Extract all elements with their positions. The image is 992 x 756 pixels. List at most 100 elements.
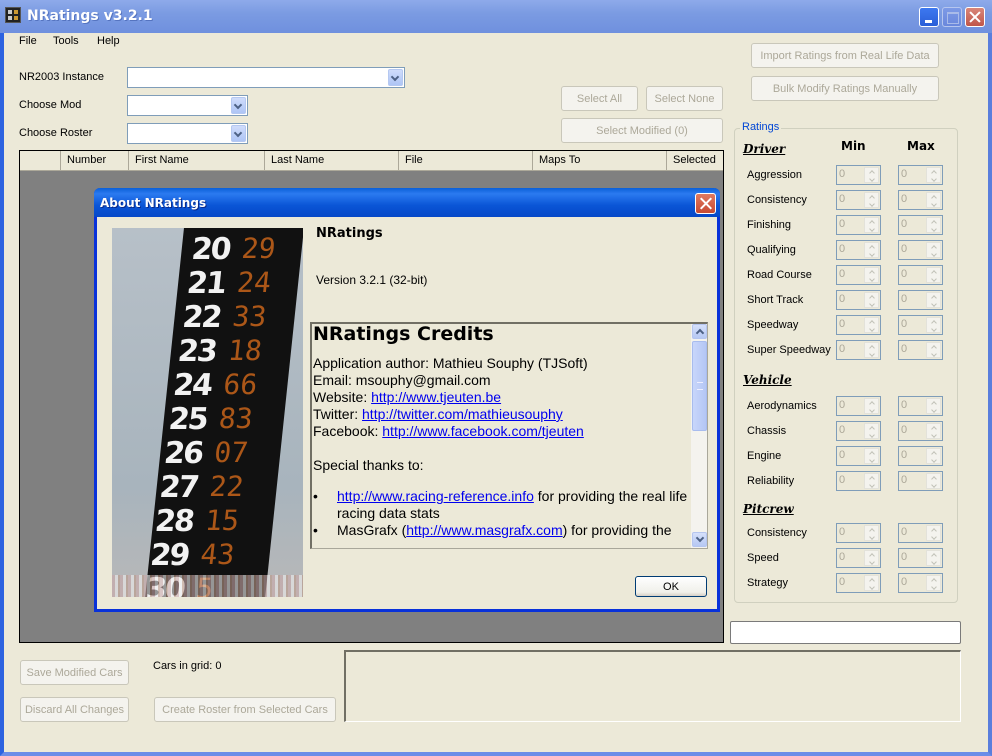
select-all-button[interactable]: Select All xyxy=(561,86,638,111)
menu-file[interactable]: File xyxy=(19,35,37,47)
rating-max-spinner[interactable]: 0 xyxy=(898,190,943,210)
column-maps-to[interactable]: Maps To xyxy=(532,151,666,170)
spinner-arrows-icon[interactable] xyxy=(926,398,941,414)
rating-min-spinner[interactable]: 0 xyxy=(836,446,881,466)
spinner-arrows-icon[interactable] xyxy=(926,167,941,183)
spinner-arrows-icon[interactable] xyxy=(864,448,879,464)
facebook-link[interactable]: http://www.facebook.com/tjeuten xyxy=(382,423,584,439)
bulk-modify-button[interactable]: Bulk Modify Ratings Manually xyxy=(751,76,939,101)
select-modified-button[interactable]: Select Modified (0) xyxy=(561,118,723,143)
spinner-arrows-icon[interactable] xyxy=(864,398,879,414)
spinner-arrows-icon[interactable] xyxy=(926,292,941,308)
ok-button[interactable]: OK xyxy=(635,576,707,597)
scroll-thumb[interactable] xyxy=(692,341,707,431)
maximize-button[interactable] xyxy=(942,7,962,27)
spinner-arrows-icon[interactable] xyxy=(864,317,879,333)
dialog-close-button[interactable] xyxy=(695,193,716,214)
mod-select[interactable] xyxy=(127,95,248,116)
credits-panel[interactable]: NRatings Credits Application author: Mat… xyxy=(310,322,708,549)
spinner-arrows-icon[interactable] xyxy=(864,267,879,283)
rating-min-spinner[interactable]: 0 xyxy=(836,240,881,260)
spinner-arrows-icon[interactable] xyxy=(864,575,879,591)
chevron-down-icon[interactable] xyxy=(388,69,403,86)
column-last-name[interactable]: Last Name xyxy=(264,151,398,170)
spinner-arrows-icon[interactable] xyxy=(864,167,879,183)
rating-min-spinner[interactable]: 0 xyxy=(836,340,881,360)
spinner-arrows-icon[interactable] xyxy=(926,267,941,283)
chevron-down-icon[interactable] xyxy=(231,125,246,142)
spinner-arrows-icon[interactable] xyxy=(926,217,941,233)
column-number[interactable]: Number xyxy=(60,151,128,170)
rating-max-spinner[interactable]: 0 xyxy=(898,165,943,185)
dialog-title-bar[interactable]: About NRatings xyxy=(94,188,720,217)
roster-select[interactable] xyxy=(127,123,248,144)
rating-min-spinner[interactable]: 0 xyxy=(836,523,881,543)
spinner-arrows-icon[interactable] xyxy=(864,192,879,208)
rating-min-spinner[interactable]: 0 xyxy=(836,215,881,235)
spinner-arrows-icon[interactable] xyxy=(926,317,941,333)
spinner-arrows-icon[interactable] xyxy=(864,342,879,358)
spinner-arrows-icon[interactable] xyxy=(926,342,941,358)
rating-min-spinner[interactable]: 0 xyxy=(836,315,881,335)
status-textbox[interactable] xyxy=(730,621,961,644)
chevron-down-icon[interactable] xyxy=(231,97,246,114)
rating-max-spinner[interactable]: 0 xyxy=(898,290,943,310)
rating-max-spinner[interactable]: 0 xyxy=(898,396,943,416)
spinner-arrows-icon[interactable] xyxy=(926,242,941,258)
menu-help[interactable]: Help xyxy=(97,35,120,47)
spinner-arrows-icon[interactable] xyxy=(926,525,941,541)
rating-max-spinner[interactable]: 0 xyxy=(898,471,943,491)
rating-min-spinner[interactable]: 0 xyxy=(836,573,881,593)
rating-max-spinner[interactable]: 0 xyxy=(898,215,943,235)
title-bar[interactable]: NRatings v3.2.1 xyxy=(0,0,992,33)
save-modified-button[interactable]: Save Modified Cars xyxy=(20,660,129,685)
column-file[interactable]: File xyxy=(398,151,532,170)
column-selected[interactable]: Selected xyxy=(666,151,723,170)
spinner-arrows-icon[interactable] xyxy=(926,448,941,464)
spinner-arrows-icon[interactable] xyxy=(864,292,879,308)
rating-max-spinner[interactable]: 0 xyxy=(898,548,943,568)
discard-changes-button[interactable]: Discard All Changes xyxy=(20,697,129,722)
rating-max-spinner[interactable]: 0 xyxy=(898,340,943,360)
rating-min-spinner[interactable]: 0 xyxy=(836,265,881,285)
spinner-arrows-icon[interactable] xyxy=(926,423,941,439)
spinner-arrows-icon[interactable] xyxy=(926,550,941,566)
spinner-arrows-icon[interactable] xyxy=(864,473,879,489)
rating-max-spinner[interactable]: 0 xyxy=(898,315,943,335)
spinner-arrows-icon[interactable] xyxy=(926,473,941,489)
scroll-down-icon[interactable] xyxy=(692,532,707,547)
rating-max-spinner[interactable]: 0 xyxy=(898,573,943,593)
minimize-button[interactable] xyxy=(919,7,939,27)
rating-min-spinner[interactable]: 0 xyxy=(836,290,881,310)
rating-min-spinner[interactable]: 0 xyxy=(836,421,881,441)
spinner-arrows-icon[interactable] xyxy=(864,423,879,439)
close-button[interactable] xyxy=(965,7,985,27)
spinner-arrows-icon[interactable] xyxy=(926,192,941,208)
rating-max-spinner[interactable]: 0 xyxy=(898,523,943,543)
rating-min-spinner[interactable]: 0 xyxy=(836,190,881,210)
select-none-button[interactable]: Select None xyxy=(646,86,723,111)
spinner-arrows-icon[interactable] xyxy=(864,217,879,233)
credits-scrollbar[interactable] xyxy=(691,324,707,548)
column-first-name[interactable]: First Name xyxy=(128,151,264,170)
rating-max-spinner[interactable]: 0 xyxy=(898,265,943,285)
rating-min-spinner[interactable]: 0 xyxy=(836,165,881,185)
import-ratings-button[interactable]: Import Ratings from Real Life Data xyxy=(751,43,939,68)
rating-max-spinner[interactable]: 0 xyxy=(898,446,943,466)
scroll-up-icon[interactable] xyxy=(692,324,707,339)
spinner-arrows-icon[interactable] xyxy=(864,525,879,541)
rating-min-spinner[interactable]: 0 xyxy=(836,471,881,491)
rating-min-spinner[interactable]: 0 xyxy=(836,396,881,416)
spinner-arrows-icon[interactable] xyxy=(864,550,879,566)
instance-select[interactable] xyxy=(127,67,405,88)
spinner-arrows-icon[interactable] xyxy=(864,242,879,258)
create-roster-button[interactable]: Create Roster from Selected Cars xyxy=(154,697,336,722)
website-link[interactable]: http://www.tjeuten.be xyxy=(371,389,501,405)
racing-reference-link[interactable]: http://www.racing-reference.info xyxy=(337,488,534,504)
masgrafx-link[interactable]: http://www.masgrafx.com xyxy=(406,522,562,538)
spinner-arrows-icon[interactable] xyxy=(926,575,941,591)
rating-max-spinner[interactable]: 0 xyxy=(898,240,943,260)
rating-min-spinner[interactable]: 0 xyxy=(836,548,881,568)
twitter-link[interactable]: http://twitter.com/mathieusouphy xyxy=(362,406,563,422)
rating-max-spinner[interactable]: 0 xyxy=(898,421,943,441)
